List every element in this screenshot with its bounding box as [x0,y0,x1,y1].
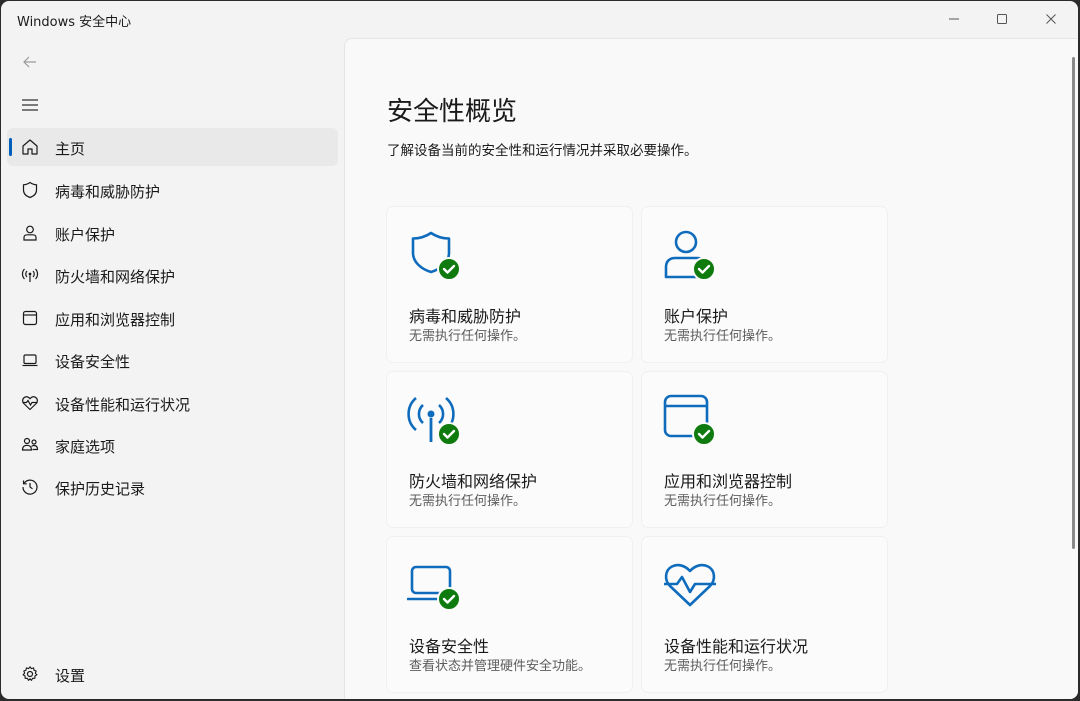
maximize-icon [997,14,1007,24]
laptop-icon [20,350,40,370]
card-app-browser-control[interactable]: 应用和浏览器控制 无需执行任何操作。 [642,372,887,527]
card-title: 防火墙和网络保护 [409,472,538,491]
laptop-check-icon [407,565,461,611]
nav-label: 设置 [55,667,86,685]
main-content: 安全性概览 了解设备当前的安全性和运行情况并采取必要操作。 病毒和威胁防护 无需… [344,38,1078,699]
card-title: 账户保护 [664,307,729,326]
menu-button[interactable] [19,94,41,116]
nav-item-app-browser-control[interactable]: 应用和浏览器控制 [7,299,338,337]
person-icon [20,223,40,243]
back-arrow-icon [23,56,36,68]
nav-label: 家庭选项 [55,438,116,456]
nav-item-account-protection[interactable]: 账户保护 [7,214,338,252]
card-device-security[interactable]: 设备安全性 查看状态并管理硬件安全功能。 [387,537,632,692]
card-virus-protection[interactable]: 病毒和威胁防护 无需执行任何操作。 [387,207,632,362]
card-status: 查看状态并管理硬件安全功能。 [409,659,592,674]
home-icon [20,137,40,157]
card-title: 设备安全性 [409,637,490,656]
antenna-check-icon [407,397,461,446]
card-title: 应用和浏览器控制 [664,472,793,491]
nav-item-device-security[interactable]: 设备安全性 [7,341,338,379]
card-title: 设备性能和运行状况 [664,637,809,656]
nav-item-settings[interactable]: 设置 [7,655,338,693]
app-window: Windows 安全中心 主页 病毒和威胁防护 账户保护 防火墙和网络保护 应用… [1,1,1078,699]
close-button[interactable] [1028,1,1074,37]
window-title: Windows 安全中心 [17,15,132,30]
nav-item-home[interactable]: 主页 [7,128,338,166]
card-title: 病毒和威胁防护 [409,307,522,326]
card-status: 无需执行任何操作。 [409,494,527,509]
minimize-button[interactable] [931,1,977,37]
gear-icon [20,664,40,684]
maximize-button[interactable] [979,1,1025,37]
heart-pulse-icon [20,393,40,413]
nav-label: 设备性能和运行状况 [55,396,191,414]
antenna-icon [20,265,40,285]
page-title: 安全性概览 [387,97,518,127]
history-icon [20,477,40,497]
title-bar: Windows 安全中心 [1,1,1078,39]
nav-item-firewall[interactable]: 防火墙和网络保护 [7,256,338,294]
nav-label: 病毒和威胁防护 [55,183,161,201]
shield-check-icon [411,231,461,281]
card-status: 无需执行任何操作。 [664,329,782,344]
shield-icon [20,180,40,200]
minimize-icon [949,18,959,20]
back-button[interactable] [19,51,41,73]
card-status: 无需执行任何操作。 [409,329,527,344]
heart-pulse-icon [664,563,716,607]
vertical-scrollbar[interactable] [1072,57,1075,549]
selection-indicator [9,138,12,156]
nav-item-device-performance[interactable]: 设备性能和运行状况 [7,384,338,422]
browser-check-icon [663,394,716,446]
card-device-performance[interactable]: 设备性能和运行状况 无需执行任何操作。 [642,537,887,692]
close-icon [1046,14,1056,24]
card-status: 无需执行任何操作。 [664,494,782,509]
nav-label: 设备安全性 [55,353,131,371]
nav-item-protection-history[interactable]: 保护历史记录 [7,468,338,506]
nav-label: 应用和浏览器控制 [55,311,176,329]
page-subtitle: 了解设备当前的安全性和运行情况并采取必要操作。 [387,143,698,159]
card-account-protection[interactable]: 账户保护 无需执行任何操作。 [642,207,887,362]
nav-item-virus-protection[interactable]: 病毒和威胁防护 [7,171,338,209]
nav-label: 账户保护 [55,226,116,244]
card-status: 无需执行任何操作。 [664,659,782,674]
card-firewall[interactable]: 防火墙和网络保护 无需执行任何操作。 [387,372,632,527]
person-check-icon [664,230,716,281]
browser-window-icon [20,308,40,328]
nav-label: 保护历史记录 [55,480,146,498]
nav-label: 防火墙和网络保护 [55,268,176,286]
family-icon [20,435,40,455]
nav-item-family-options[interactable]: 家庭选项 [7,426,338,464]
hamburger-icon [22,99,38,111]
nav-label: 主页 [55,140,86,158]
